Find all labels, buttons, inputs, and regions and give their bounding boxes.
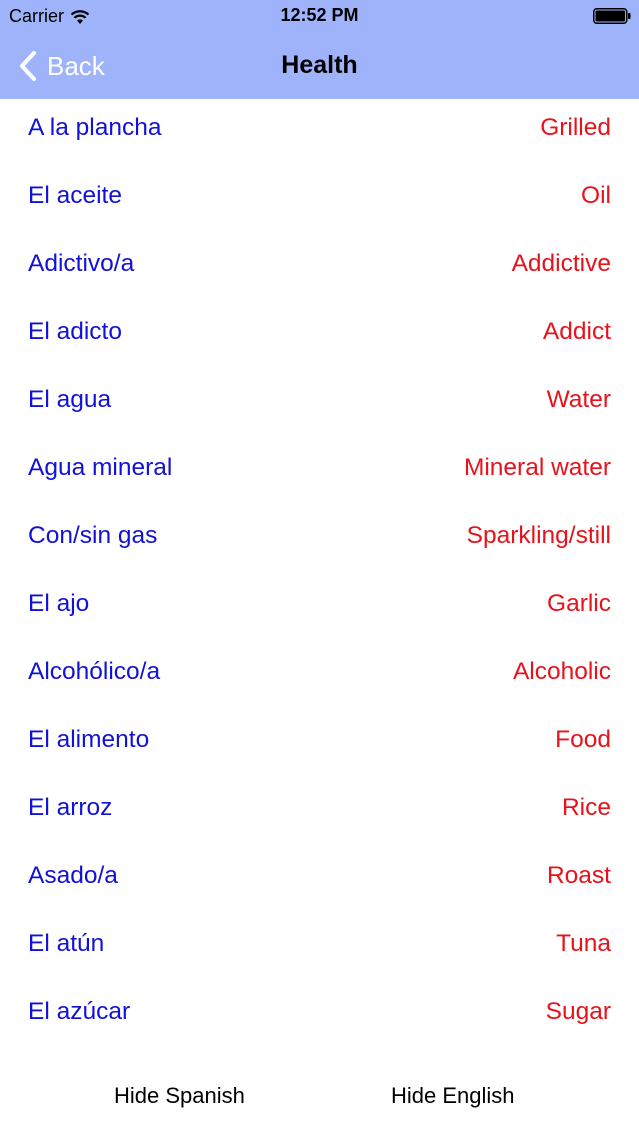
english-word: Roast: [546, 862, 611, 889]
spanish-word: El adicto: [28, 318, 122, 345]
hide-english-button[interactable]: Hide English: [391, 1083, 515, 1109]
english-word: Rice: [561, 794, 611, 821]
english-word: Water: [546, 386, 611, 413]
english-word: Alcoholic: [512, 658, 611, 685]
list-item[interactable]: Adictivo/a Addictive: [0, 235, 639, 303]
spanish-word: A la plancha: [28, 114, 162, 141]
list-item[interactable]: El ajo Garlic: [0, 575, 639, 643]
english-word: Addict: [542, 318, 611, 345]
english-word: Grilled: [540, 114, 611, 141]
list-item[interactable]: A la plancha Grilled: [0, 99, 639, 167]
list-item[interactable]: El adicto Addict: [0, 303, 639, 371]
spanish-word: El aceite: [28, 182, 122, 209]
vocabulary-list: A la plancha Grilled El aceite Oil Adictivo/…: [0, 99, 639, 1051]
list-item[interactable]: El atún Tuna: [0, 915, 639, 983]
spanish-word: Alcohólico/a: [28, 658, 161, 685]
spanish-word: El atún: [28, 930, 105, 957]
spanish-word: El agua: [28, 386, 112, 413]
english-word: Garlic: [547, 590, 611, 617]
hide-spanish-button[interactable]: Hide Spanish: [114, 1083, 245, 1109]
english-word: Sugar: [545, 998, 611, 1025]
english-word: Oil: [581, 182, 611, 209]
english-word: Addictive: [511, 250, 611, 277]
navigation-bar: Back Health: [0, 34, 639, 99]
english-word: Tuna: [556, 930, 611, 957]
status-time: 12:52 PM: [280, 5, 359, 25]
screen: Carrier 12:52 PM Back Health A la planch…: [0, 0, 639, 1136]
spanish-word: El ajo: [28, 590, 90, 617]
status-bar: Carrier 12:52 PM: [0, 0, 639, 34]
list-item[interactable]: Agua mineral Mineral water: [0, 439, 639, 507]
list-item[interactable]: Asado/a Roast: [0, 847, 639, 915]
spanish-word: El azúcar: [28, 998, 131, 1025]
footer-toolbar: Hide Spanish Hide English: [0, 1060, 639, 1136]
spanish-word: Agua mineral: [28, 454, 173, 481]
header: Carrier 12:52 PM Back Health: [0, 0, 639, 99]
list-item[interactable]: El azúcar Sugar: [0, 983, 639, 1051]
list-item[interactable]: El agua Water: [0, 371, 639, 439]
list-item[interactable]: Con/sin gas Sparkling/still: [0, 507, 639, 575]
list-item[interactable]: El arroz Rice: [0, 779, 639, 847]
spanish-word: El alimento: [28, 726, 150, 753]
spanish-word: Adictivo/a: [28, 250, 135, 277]
spanish-word: El arroz: [28, 794, 113, 821]
english-word: Mineral water: [463, 454, 611, 481]
list-item[interactable]: El aceite Oil: [0, 167, 639, 235]
list-item[interactable]: El alimento Food: [0, 711, 639, 779]
english-word: Food: [555, 726, 611, 753]
battery-icon: [593, 8, 631, 24]
spanish-word: Con/sin gas: [28, 522, 158, 549]
english-word: Sparkling/still: [466, 522, 611, 549]
spanish-word: Asado/a: [28, 862, 118, 889]
page-title: Health: [281, 51, 358, 79]
list-item[interactable]: Alcohólico/a Alcoholic: [0, 643, 639, 711]
